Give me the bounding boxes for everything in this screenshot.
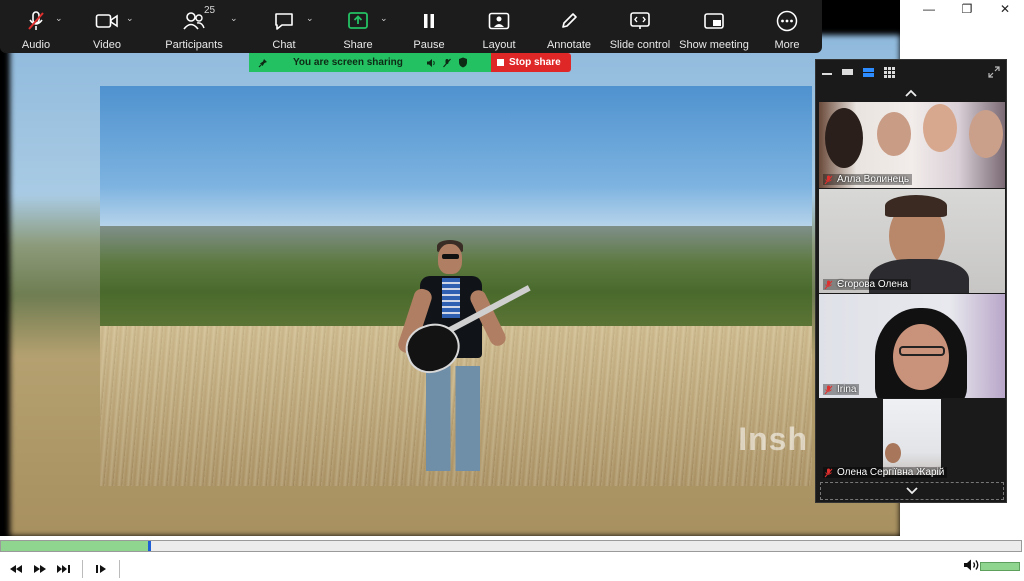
mic-muted-icon bbox=[824, 385, 833, 394]
playback-progress-bar[interactable] bbox=[0, 540, 1022, 552]
pause-icon bbox=[421, 9, 437, 33]
gallery-view-icon[interactable] bbox=[884, 66, 895, 78]
video-label: Video bbox=[93, 39, 121, 51]
participant-video-thumbnail bbox=[883, 399, 941, 475]
video-options-caret[interactable]: ⌄ bbox=[126, 13, 134, 24]
pause-label: Pause bbox=[413, 39, 445, 51]
chat-icon bbox=[273, 9, 295, 33]
video-watermark: Insh bbox=[738, 421, 808, 457]
share-label: Share bbox=[343, 39, 373, 51]
slide-control-icon bbox=[629, 9, 651, 33]
participant-name-tag: Олена Сергіївна Жарій bbox=[823, 467, 948, 478]
scroll-down-button[interactable] bbox=[820, 482, 1004, 500]
audio-label: Audio bbox=[21, 39, 51, 51]
minimize-button[interactable]: — bbox=[910, 0, 948, 18]
participant-name: Олена Сергіївна Жарій bbox=[837, 467, 945, 478]
minimize-panel-icon[interactable] bbox=[822, 68, 832, 76]
divider bbox=[82, 559, 83, 578]
more-label: More bbox=[774, 39, 800, 51]
layout-label: Layout bbox=[482, 39, 516, 51]
participant-name: Irina bbox=[837, 384, 857, 395]
participant-name-tag: Єгорова Олена bbox=[823, 279, 911, 290]
rewind-icon[interactable] bbox=[4, 564, 28, 574]
chevron-down-icon bbox=[906, 487, 918, 495]
more-icon bbox=[776, 9, 798, 33]
participant-tile[interactable]: Олена Сергіївна Жарій bbox=[819, 399, 1005, 481]
annotate-label: Annotate bbox=[546, 39, 592, 51]
video-button[interactable]: ⌄ Video bbox=[72, 0, 142, 53]
guitarist bbox=[396, 236, 531, 476]
mic-muted-icon bbox=[25, 9, 47, 33]
participant-name: Алла Волинець bbox=[837, 174, 910, 185]
shield-icon[interactable] bbox=[455, 57, 471, 68]
pause-button[interactable]: Pause bbox=[394, 0, 464, 53]
participant-tile[interactable]: Irina bbox=[819, 294, 1005, 398]
participants-button[interactable]: 25 ⌄ Participants bbox=[142, 0, 246, 53]
mic-muted-icon bbox=[824, 175, 833, 184]
layout-button[interactable]: Layout bbox=[464, 0, 534, 53]
share-options-caret[interactable]: ⌄ bbox=[380, 13, 388, 24]
share-button[interactable]: ⌄ Share bbox=[322, 0, 394, 53]
participant-name-tag: Irina bbox=[823, 384, 860, 395]
scroll-up-button[interactable] bbox=[816, 84, 1006, 102]
sharing-status-text: You are screen sharing bbox=[293, 57, 403, 68]
chat-button[interactable]: ⌄ Chat bbox=[246, 0, 322, 53]
participants-label: Participants bbox=[165, 39, 223, 51]
pencil-icon bbox=[559, 9, 579, 33]
participant-name-tag: Алла Волинець bbox=[823, 174, 913, 185]
expand-panel-icon[interactable] bbox=[988, 65, 1000, 83]
shared-video-frame[interactable]: Insh bbox=[100, 86, 812, 486]
participant-tile[interactable]: Єгорова Олена bbox=[819, 189, 1005, 293]
speaker-view-icon[interactable] bbox=[863, 67, 874, 77]
layout-icon bbox=[488, 9, 510, 33]
participant-tile[interactable]: Алла Волинець bbox=[819, 102, 1005, 188]
participants-video-panel: Алла Волинець Єгорова Олена Irina Олена … bbox=[815, 59, 1007, 503]
speaker-icon[interactable] bbox=[423, 58, 439, 68]
stop-share-button[interactable]: Stop share bbox=[491, 53, 571, 72]
participants-options-caret[interactable]: ⌄ bbox=[230, 13, 238, 24]
maximize-button[interactable]: ❐ bbox=[948, 0, 986, 18]
mic-muted-small-icon[interactable] bbox=[439, 58, 455, 68]
close-button[interactable]: ✕ bbox=[986, 0, 1024, 18]
mic-muted-icon bbox=[824, 468, 833, 477]
show-meeting-icon bbox=[703, 9, 725, 33]
play-pause-icon[interactable] bbox=[89, 564, 113, 574]
participants-count: 25 bbox=[204, 5, 216, 16]
participants-icon bbox=[182, 9, 206, 33]
skip-to-end-icon[interactable] bbox=[52, 564, 76, 574]
audio-button[interactable]: ⌄ Audio bbox=[0, 0, 72, 53]
chat-options-caret[interactable]: ⌄ bbox=[306, 13, 314, 24]
player-controls bbox=[0, 556, 1024, 581]
progress-knob[interactable] bbox=[147, 541, 151, 551]
volume-slider[interactable] bbox=[980, 562, 1020, 571]
slide-control-label: Slide control bbox=[609, 39, 671, 51]
pin-icon[interactable] bbox=[255, 58, 271, 68]
show-meeting-label: Show meeting bbox=[679, 39, 749, 51]
share-screen-icon bbox=[347, 9, 369, 33]
progress-fill bbox=[1, 541, 149, 551]
panel-header bbox=[816, 60, 1006, 84]
thumbnail-view-icon[interactable] bbox=[842, 68, 853, 76]
show-meeting-button[interactable]: Show meeting bbox=[676, 0, 752, 53]
window-controls: — ❐ ✕ bbox=[910, 0, 1024, 18]
audio-options-caret[interactable]: ⌄ bbox=[55, 13, 63, 24]
participant-name: Єгорова Олена bbox=[837, 279, 908, 290]
shared-screen-area: Insh bbox=[0, 0, 900, 536]
screen-sharing-banner[interactable]: You are screen sharing bbox=[249, 53, 491, 72]
camera-icon bbox=[95, 9, 119, 33]
mic-muted-icon bbox=[824, 280, 833, 289]
more-button[interactable]: More bbox=[752, 0, 822, 53]
stop-icon bbox=[497, 59, 504, 66]
chevron-up-icon bbox=[905, 89, 917, 97]
chat-label: Chat bbox=[272, 39, 296, 51]
slide-control-button[interactable]: Slide control bbox=[604, 0, 676, 53]
annotate-button[interactable]: Annotate bbox=[534, 0, 604, 53]
meeting-toolbar: ⌄ Audio ⌄ Video 25 ⌄ Participants ⌄ Chat… bbox=[0, 0, 822, 53]
divider bbox=[119, 559, 120, 578]
stop-share-label: Stop share bbox=[509, 57, 561, 68]
fast-forward-icon[interactable] bbox=[28, 564, 52, 574]
